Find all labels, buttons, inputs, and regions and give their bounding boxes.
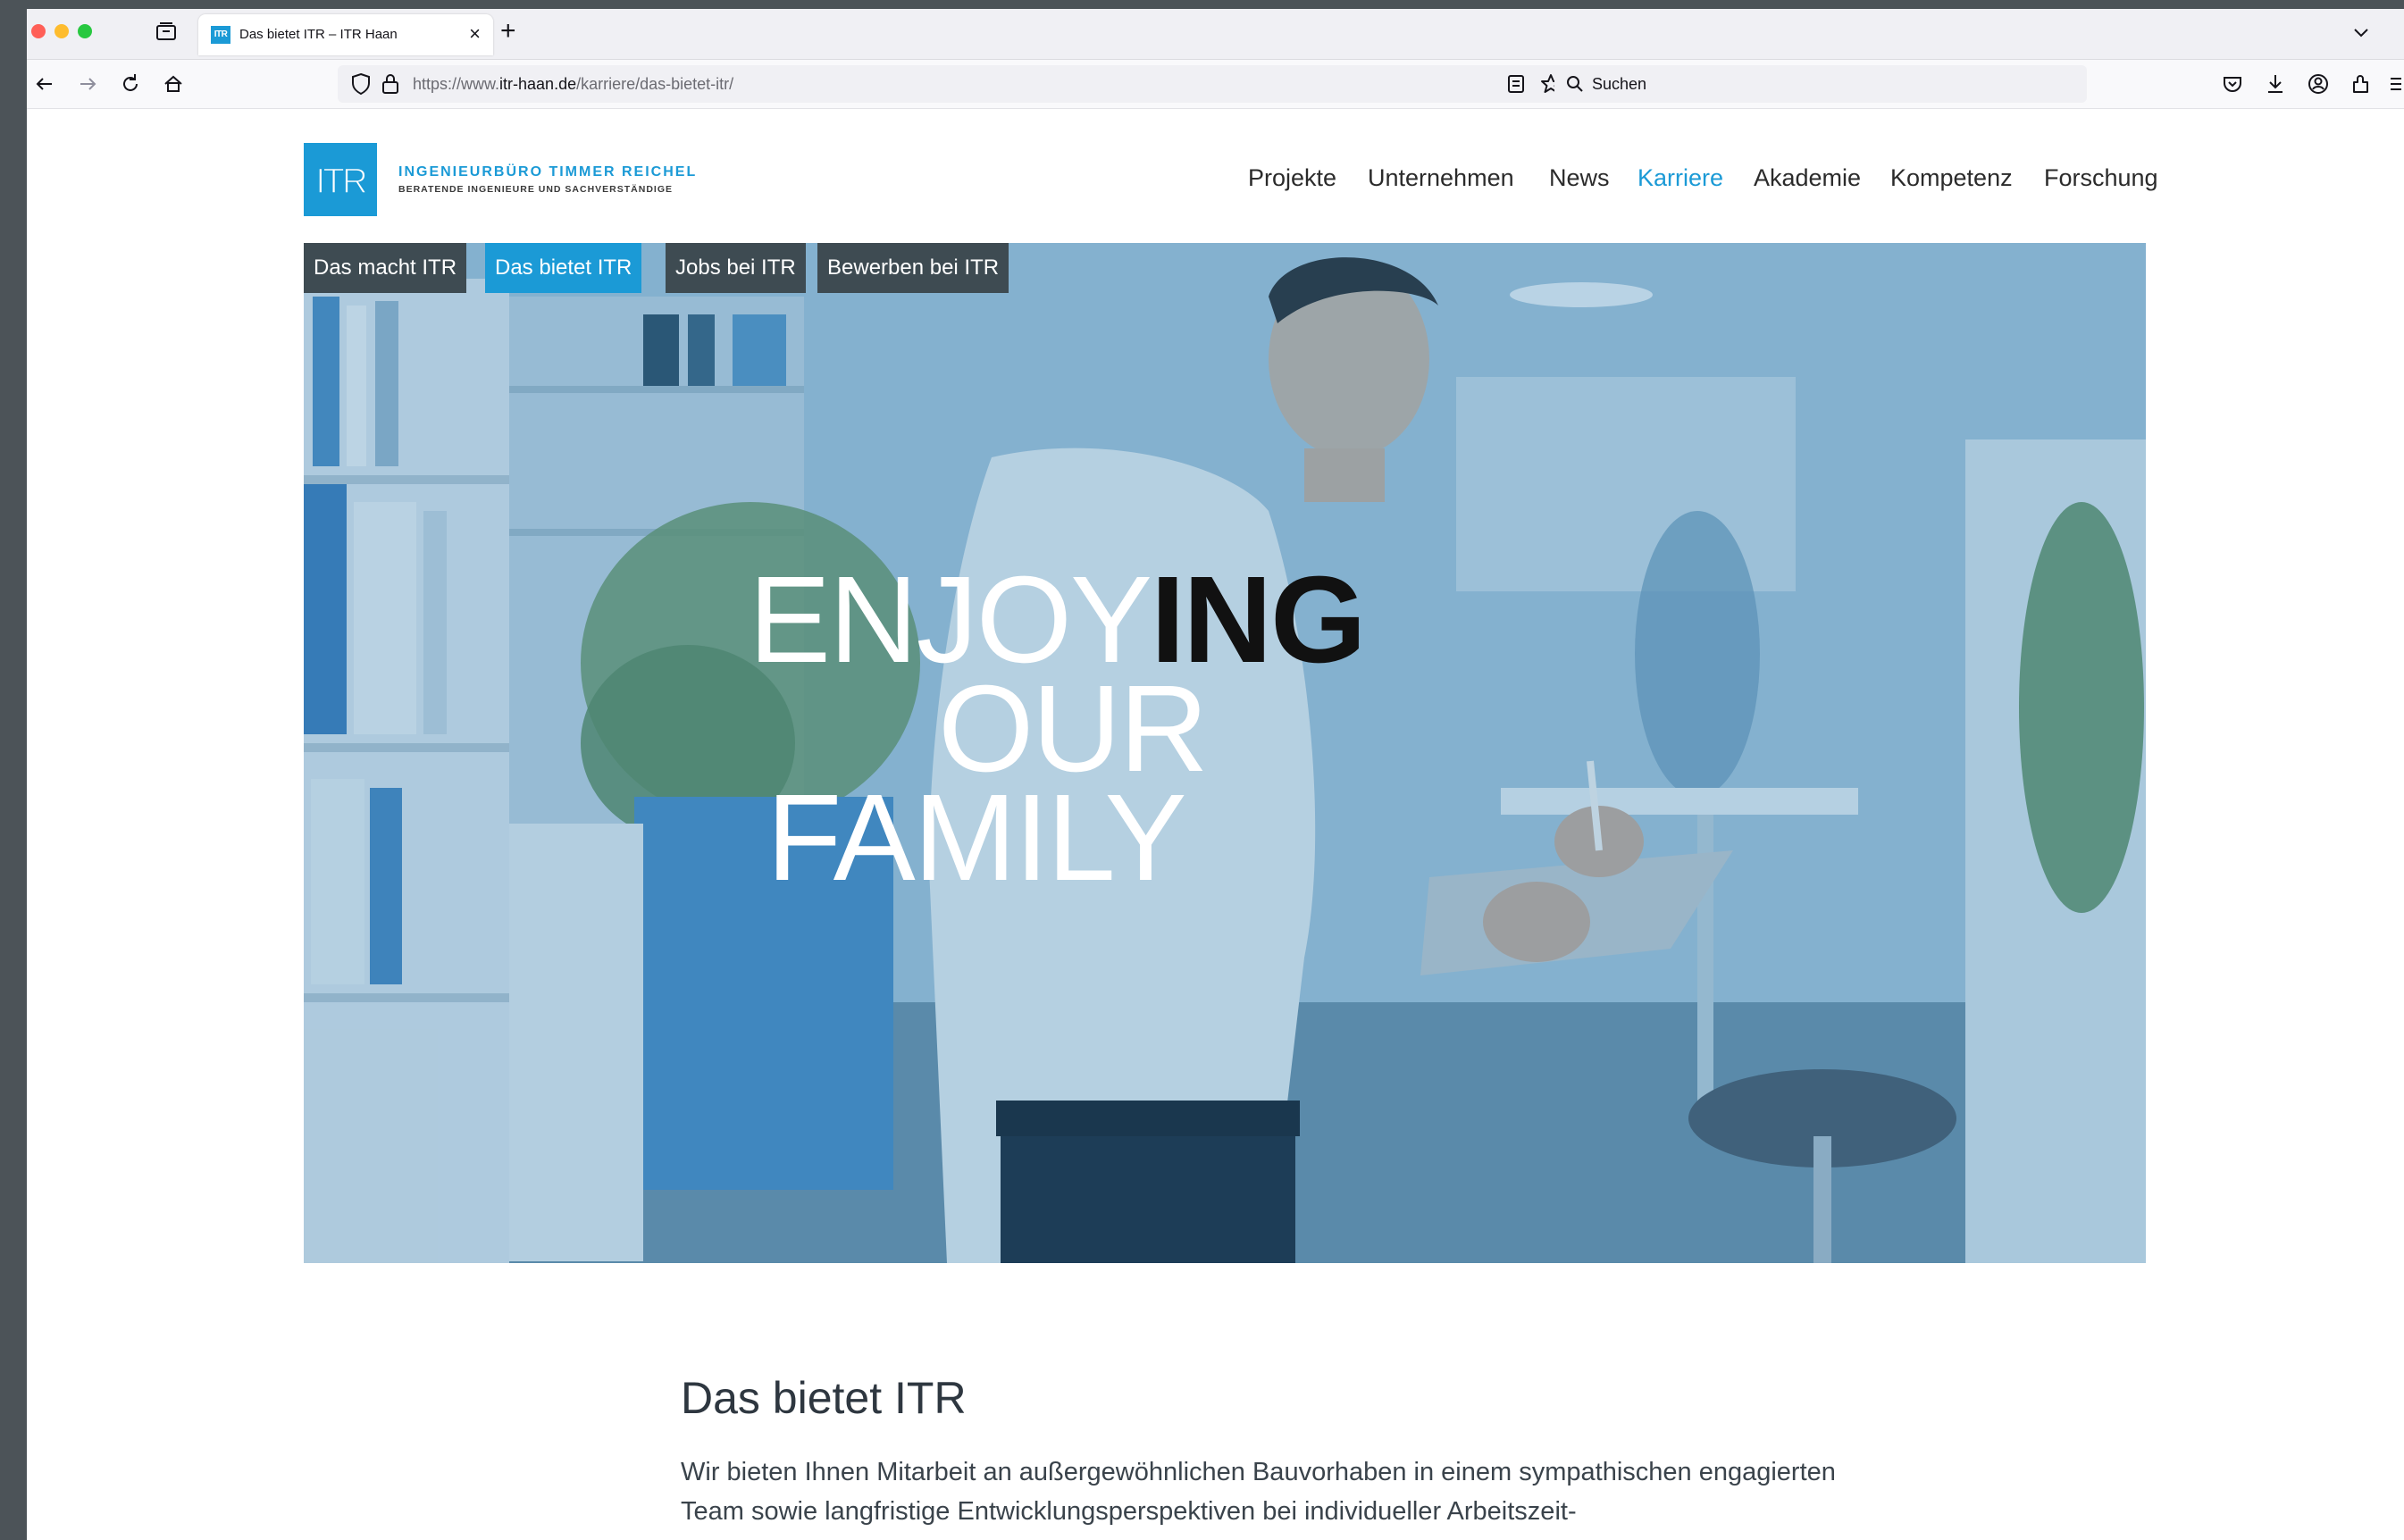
- browser-window: ITR Das bietet ITR – ITR Haan × + https:…: [27, 9, 2404, 1540]
- tab-title: Das bietet ITR – ITR Haan: [239, 27, 398, 42]
- new-tab-button[interactable]: +: [500, 18, 516, 45]
- minimize-window-button[interactable]: [54, 24, 69, 38]
- tracking-shield-icon[interactable]: [350, 72, 372, 96]
- hero-banner: Das macht ITR Das bietet ITR Jobs bei IT…: [304, 243, 2146, 1263]
- nav-news[interactable]: News: [1549, 164, 1610, 192]
- account-icon[interactable]: [2306, 71, 2331, 96]
- home-icon[interactable]: [161, 71, 186, 96]
- url-path: /karriere/das-bietet-itr/: [576, 75, 734, 93]
- hero-headline-line2: OUR: [938, 660, 1209, 798]
- navigation-toolbar: https://www.itr-haan.de/karriere/das-bie…: [27, 60, 2404, 109]
- url-text[interactable]: https://www.itr-haan.de/karriere/das-bie…: [413, 75, 733, 94]
- web-page: ITR INGENIEURBÜRO TIMMER REICHEL BERATEN…: [27, 109, 2404, 1540]
- pocket-icon[interactable]: [2220, 71, 2245, 96]
- back-arrow-icon[interactable]: [32, 71, 57, 96]
- subtab-bewerben-bei-itr[interactable]: Bewerben bei ITR: [817, 243, 1009, 293]
- nav-kompetenz[interactable]: Kompetenz: [1890, 164, 2013, 192]
- hero-headline-line1: ENJOYING: [749, 558, 1366, 682]
- search-bar[interactable]: Suchen: [1554, 65, 2087, 103]
- itr-logo-mark: ITR: [304, 143, 377, 216]
- subtab-jobs-bei-itr[interactable]: Jobs bei ITR: [666, 243, 806, 293]
- company-tagline: BERATENDE INGENIEURE UND SACHVERSTÄNDIGE: [398, 184, 673, 195]
- logo-lettering: ITR: [315, 162, 367, 201]
- download-icon[interactable]: [2263, 71, 2288, 96]
- zoom-window-button[interactable]: [78, 24, 92, 38]
- chevron-down-icon[interactable]: [2350, 21, 2373, 45]
- hero-photo: [304, 243, 2146, 1263]
- company-name: INGENIEURBÜRO TIMMER REICHEL: [398, 164, 698, 180]
- close-window-button[interactable]: [31, 24, 46, 38]
- close-tab-icon[interactable]: ×: [469, 23, 481, 45]
- url-prefix: https://www.: [413, 75, 500, 93]
- section-title: Das bietet ITR: [681, 1373, 967, 1423]
- search-input[interactable]: Suchen: [1592, 75, 1646, 94]
- nav-projekte[interactable]: Projekte: [1248, 164, 1336, 192]
- forward-arrow-icon[interactable]: [75, 71, 100, 96]
- nav-karriere[interactable]: Karriere: [1638, 164, 1723, 192]
- extensions-icon[interactable]: [2349, 71, 2374, 96]
- menu-icon[interactable]: [2389, 71, 2401, 96]
- reader-view-icon[interactable]: [1505, 73, 1527, 95]
- tab-strip: ITR Das bietet ITR – ITR Haan × +: [27, 9, 2404, 60]
- url-domain: itr-haan.de: [499, 75, 577, 93]
- address-bar[interactable]: https://www.itr-haan.de/karriere/das-bie…: [338, 65, 1573, 103]
- lock-icon[interactable]: [381, 72, 400, 96]
- hero-headline-line3: FAMILY: [766, 769, 1187, 907]
- subtab-das-macht-itr[interactable]: Das macht ITR: [304, 243, 467, 293]
- nav-forschung[interactable]: Forschung: [2044, 164, 2158, 192]
- subtab-das-bietet-itr[interactable]: Das bietet ITR: [485, 243, 642, 293]
- section-body: Wir bieten Ihnen Mitarbeit an außergewöh…: [681, 1458, 1836, 1526]
- active-tab[interactable]: ITR Das bietet ITR – ITR Haan ×: [198, 14, 493, 55]
- itr-logo[interactable]: ITR: [304, 143, 377, 216]
- reload-icon[interactable]: [118, 71, 143, 96]
- search-icon: [1567, 76, 1583, 92]
- nav-unternehmen[interactable]: Unternehmen: [1368, 164, 1514, 192]
- site-favicon-icon: ITR: [211, 26, 230, 44]
- nav-akademie[interactable]: Akademie: [1754, 164, 1861, 192]
- tab-overview-icon[interactable]: [154, 20, 179, 43]
